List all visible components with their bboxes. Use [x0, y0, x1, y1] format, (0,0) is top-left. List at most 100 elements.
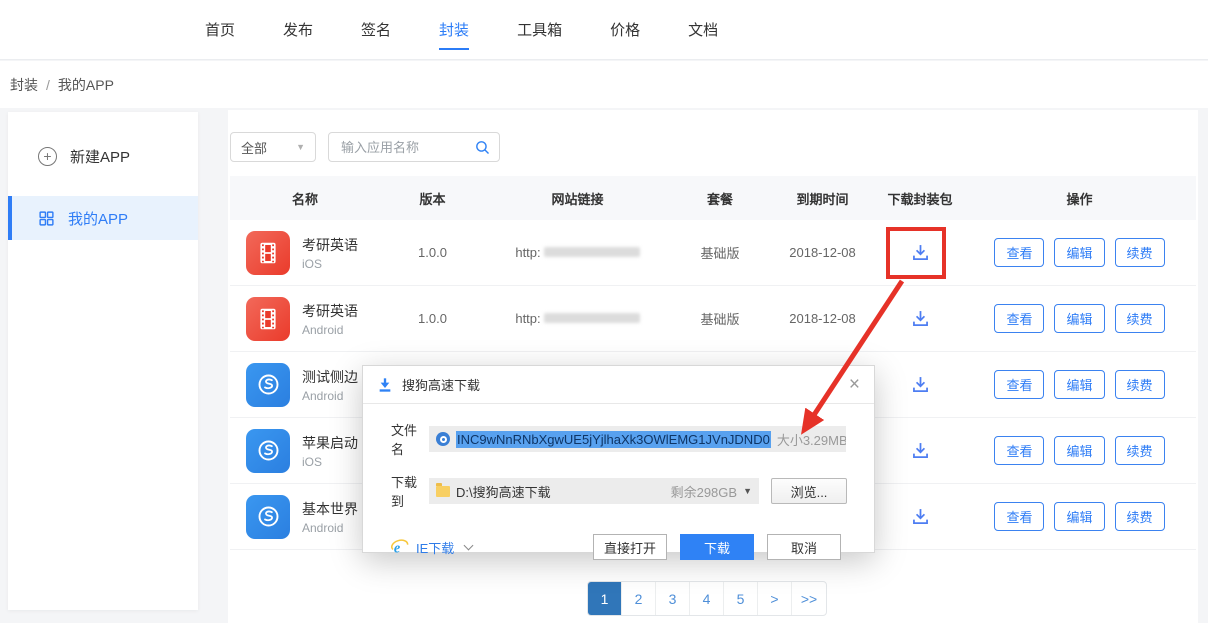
page-button[interactable]: 1	[588, 582, 622, 615]
download-dialog: 搜狗高速下载 × 文件名 INC9wNnRNbXgwUE5jYjlhaXk3OW…	[362, 365, 875, 553]
download-package-button[interactable]	[906, 371, 934, 399]
ie-icon: e	[391, 538, 410, 557]
download-icon	[910, 308, 931, 329]
download-icon	[910, 374, 931, 395]
row-actions: 查看编辑续费	[965, 502, 1194, 531]
filter-value: 全部	[241, 138, 267, 157]
table-header: 名称版本网站链接套餐到期时间下载封装包操作	[230, 176, 1196, 220]
action-button[interactable]: 续费	[1115, 436, 1165, 465]
action-button[interactable]: 续费	[1115, 238, 1165, 267]
dialog-header: 搜狗高速下载 ×	[363, 366, 874, 404]
action-button[interactable]: 编辑	[1054, 238, 1104, 267]
cancel-button[interactable]: 取消	[767, 534, 841, 560]
search-icon[interactable]	[474, 139, 491, 156]
download-package-button[interactable]	[906, 239, 934, 267]
my-app-label: 我的APP	[68, 208, 128, 229]
nav-item[interactable]: 首页	[205, 0, 235, 60]
nav-item[interactable]: 工具箱	[517, 0, 562, 60]
app-platform: Android	[302, 521, 358, 535]
row-actions: 查看编辑续费	[965, 238, 1194, 267]
saveto-label: 下载到	[391, 472, 429, 510]
nav-item[interactable]: 文档	[688, 0, 718, 60]
action-button[interactable]: 续费	[1115, 304, 1165, 333]
action-button[interactable]: 编辑	[1054, 502, 1104, 531]
download-icon	[910, 506, 931, 527]
dialog-title: 搜狗高速下载	[402, 375, 480, 394]
header-cell: 名称	[230, 189, 380, 208]
toolbar: 全部 ▼	[228, 110, 1198, 162]
action-button[interactable]: 续费	[1115, 370, 1165, 399]
search-input[interactable]	[341, 140, 474, 155]
page-button[interactable]: 4	[690, 582, 724, 615]
app-platform: Android	[302, 323, 358, 337]
download-package-button[interactable]	[906, 503, 934, 531]
ie-download-button[interactable]: e IE下载	[391, 538, 472, 557]
breadcrumb: 封装 / 我的APP	[0, 61, 1208, 108]
expiry-date: 2018-12-08	[789, 245, 856, 260]
caret-down-icon[interactable]: ▼	[743, 486, 752, 496]
filename-row: 文件名 INC9wNnRNbXgwUE5jYjlhaXk3OWlEMG1JVnJ…	[363, 420, 874, 458]
nav-item[interactable]: 价格	[610, 0, 640, 60]
filename-field[interactable]: INC9wNnRNbXgwUE5jYjlhaXk3OWlEMG1JVnJDND0…	[429, 426, 846, 452]
page-button[interactable]: >>	[792, 582, 826, 615]
app-icon	[246, 231, 290, 275]
app-platform: iOS	[302, 257, 358, 271]
saveto-path: D:\搜狗高速下载	[456, 482, 551, 501]
filter-dropdown[interactable]: 全部 ▼	[230, 132, 316, 162]
app-icon	[246, 363, 290, 407]
action-button[interactable]: 查看	[994, 304, 1044, 333]
chevron-down-icon	[464, 541, 474, 551]
header-cell: 版本	[380, 189, 485, 208]
action-button[interactable]: 编辑	[1054, 304, 1104, 333]
app-icon	[246, 297, 290, 341]
header-cell: 网站链接	[485, 189, 670, 208]
open-direct-button[interactable]: 直接打开	[593, 534, 667, 560]
sidebar-item-new-app[interactable]: + 新建APP	[8, 136, 198, 176]
nav-item[interactable]: 封装	[439, 0, 469, 60]
page-button[interactable]: 2	[622, 582, 656, 615]
app-name: 测试侧边	[302, 367, 358, 387]
caret-down-icon: ▼	[296, 142, 305, 152]
new-app-label: 新建APP	[70, 146, 130, 167]
breadcrumb-separator: /	[46, 77, 50, 93]
grid-icon	[38, 210, 55, 227]
table-row: 考研英语 iOS 1.0.0 http: 基础版 2018-12-08 查看编辑…	[230, 220, 1196, 286]
download-package-button[interactable]	[906, 305, 934, 333]
download-package-button[interactable]	[906, 437, 934, 465]
row-actions: 查看编辑续费	[965, 370, 1194, 399]
app-icon	[246, 429, 290, 473]
page-button[interactable]: 5	[724, 582, 758, 615]
action-button[interactable]: 编辑	[1054, 370, 1104, 399]
close-icon[interactable]: ×	[849, 375, 860, 394]
action-button[interactable]: 查看	[994, 238, 1044, 267]
action-button[interactable]: 编辑	[1054, 436, 1104, 465]
header-cell: 操作	[965, 189, 1194, 208]
sidebar: + 新建APP 我的APP	[8, 112, 198, 610]
app-name: 考研英语	[302, 235, 358, 255]
expiry-date: 2018-12-08	[789, 311, 856, 326]
page-button[interactable]: >	[758, 582, 792, 615]
action-button[interactable]: 查看	[994, 370, 1044, 399]
action-button[interactable]: 续费	[1115, 502, 1165, 531]
download-button[interactable]: 下载	[680, 534, 754, 560]
dialog-download-icon	[377, 377, 393, 393]
sidebar-item-my-app[interactable]: 我的APP	[8, 196, 198, 240]
breadcrumb-parent[interactable]: 封装	[10, 75, 38, 95]
saveto-field[interactable]: D:\搜狗高速下载 剩余298GB ▼	[429, 478, 759, 504]
table-row: 考研英语 Android 1.0.0 http: 基础版 2018-12-08 …	[230, 286, 1196, 352]
nav-item[interactable]: 签名	[361, 0, 391, 60]
blurred-url	[544, 313, 640, 323]
action-button[interactable]: 查看	[994, 502, 1044, 531]
site-link: http:	[515, 311, 639, 326]
download-icon	[910, 242, 931, 263]
action-button[interactable]: 查看	[994, 436, 1044, 465]
filename-selected-text: INC9wNnRNbXgwUE5jYjlhaXk3OWlEMG1JVnJDND0	[456, 431, 771, 448]
dialog-footer: e IE下载 直接打开 下载 取消	[363, 534, 874, 560]
app-name: 基本世界	[302, 499, 358, 519]
header-cell: 套餐	[670, 189, 770, 208]
download-icon	[910, 440, 931, 461]
nav-item[interactable]: 发布	[283, 0, 313, 60]
browse-button[interactable]: 浏览...	[771, 478, 847, 504]
sogou-whirl-icon	[436, 432, 450, 446]
page-button[interactable]: 3	[656, 582, 690, 615]
